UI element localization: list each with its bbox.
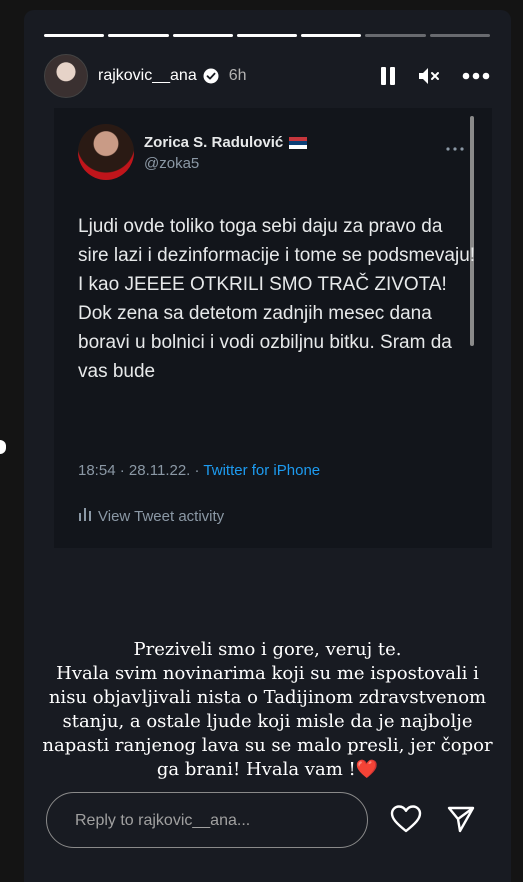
username[interactable]: rajkovic__ana (98, 67, 197, 85)
caption-line: Hvala svim novinarima koji su me isposto… (56, 663, 479, 684)
story-time: 6h (228, 67, 247, 84)
pause-icon[interactable] (380, 66, 396, 86)
progress-segment (365, 34, 426, 37)
tweet-time: 18:54 (78, 462, 116, 479)
tweet-text: Ljudi ovde toliko toga sebi daju za prav… (78, 216, 476, 382)
meta-separator: · (119, 462, 125, 479)
caption-line: Preziveli smo i gore, veruj te. (133, 639, 402, 660)
caption-line: stanju, a ostale ljude koji misle da je … (62, 711, 473, 732)
serbia-flag-icon (289, 136, 308, 149)
tweet-activity-label: View Tweet activity (98, 507, 225, 525)
tweet-meta: 18:54 · 28.11.22. · Twitter for iPhone (78, 462, 320, 479)
verified-badge-icon (203, 68, 219, 84)
progress-segment (301, 34, 362, 37)
tweet-more-icon (446, 138, 464, 156)
speaker-muted-icon[interactable] (418, 66, 440, 86)
send-icon[interactable] (446, 804, 476, 839)
meta-separator: · (194, 462, 200, 479)
red-heart-emoji: ❤️ (355, 759, 379, 780)
tweet-date: 28.11.22. (128, 462, 191, 479)
progress-segment (44, 34, 105, 37)
tweet-author-name-text: Zorica S. Radulović (144, 134, 284, 151)
tweet-source-link: Twitter for iPhone (203, 462, 321, 479)
progress-segment (236, 34, 298, 37)
reply-input[interactable] (73, 793, 357, 849)
bar-chart-icon (78, 507, 92, 525)
reply-box[interactable] (46, 792, 368, 849)
avatar[interactable] (44, 54, 88, 98)
progress-segment (429, 34, 490, 37)
tweet-card: Zorica S. Radulović @zoka5 Ljudi ovde to… (54, 108, 492, 548)
caption-line: nisu objavljivali nista o Tadijinom zdra… (48, 687, 487, 708)
story-header: rajkovic__ana 6h (44, 54, 490, 98)
previous-story-handle[interactable] (0, 440, 6, 454)
story-viewer: rajkovic__ana 6h Zorica S. Radulović @zo… (24, 10, 511, 882)
more-horizontal-icon[interactable] (462, 72, 490, 80)
progress-segment (172, 34, 233, 37)
tweet-author-name: Zorica S. Radulović (144, 134, 308, 151)
caption-line-last: ga brani! Hvala vam !❤️ (24, 758, 511, 782)
caption-line: ga brani! Hvala vam ! (156, 759, 356, 780)
story-caption: Preziveli smo i gore, veruj te. Hvala sv… (24, 638, 511, 782)
tweet-handle: @zoka5 (144, 155, 200, 172)
tweet-author-avatar (78, 124, 134, 180)
progress-segment (108, 34, 169, 37)
tweet-activity: View Tweet activity (78, 507, 224, 525)
story-progress-bar (44, 34, 490, 37)
heart-icon[interactable] (390, 804, 422, 839)
caption-line: napasti ranjenog lava su se malo presli,… (42, 735, 493, 756)
